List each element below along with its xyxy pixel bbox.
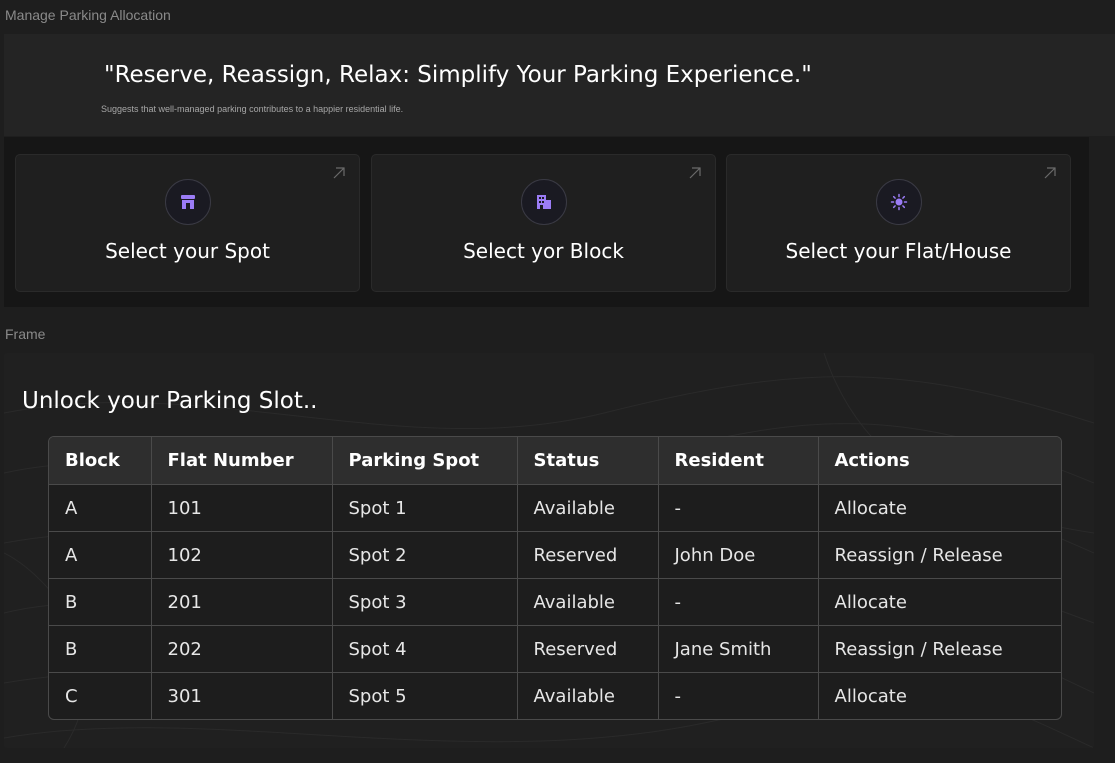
cell-resident: Jane Smith (658, 625, 819, 673)
cell-block: A (49, 484, 152, 532)
table-header-row: Block Flat Number Parking Spot Status Re… (49, 437, 1061, 485)
parking-slot-frame: Unlock your Parking Slot.. Block Flat Nu… (4, 353, 1094, 748)
cell-block: A (49, 531, 152, 579)
cell-flat-number: 102 (151, 531, 333, 579)
column-header-block: Block (49, 437, 152, 485)
cell-status: Reserved (517, 531, 659, 579)
cell-resident: - (658, 672, 819, 719)
cell-status: Available (517, 484, 659, 532)
cell-status: Available (517, 672, 659, 719)
column-header-actions: Actions (818, 437, 1061, 485)
cell-status: Available (517, 578, 659, 626)
cell-action-allocate[interactable]: Allocate (818, 673, 1061, 720)
cell-flat-number: 301 (151, 672, 333, 719)
cell-parking-spot: Spot 4 (332, 625, 518, 673)
cell-flat-number: 202 (151, 625, 333, 673)
column-header-status: Status (517, 437, 659, 485)
select-spot-card[interactable]: Select your Spot (15, 154, 360, 292)
cell-block: B (49, 578, 152, 626)
column-header-resident: Resident (658, 437, 819, 485)
cell-parking-spot: Spot 3 (332, 578, 518, 626)
select-flat-card[interactable]: Select your Flat/House (726, 154, 1071, 292)
column-header-parking-spot: Parking Spot (332, 437, 518, 485)
hero-banner: "Reserve, Reassign, Relax: Simplify Your… (4, 34, 1115, 136)
table-row: B 201 Spot 3 Available - Allocate (49, 578, 1061, 626)
cell-resident: - (658, 578, 819, 626)
arrow-up-right-icon (333, 167, 345, 179)
card-label: Select yor Block (463, 239, 624, 263)
cell-status: Reserved (517, 625, 659, 673)
arrow-up-right-icon (689, 167, 701, 179)
select-block-card[interactable]: Select yor Block (371, 154, 716, 292)
cell-resident: - (658, 484, 819, 532)
building-icon (520, 179, 567, 225)
section-title: Unlock your Parking Slot.. (22, 388, 318, 414)
table-row: B 202 Spot 4 Reserved Jane Smith Reassig… (49, 625, 1061, 673)
cell-parking-spot: Spot 2 (332, 531, 518, 579)
cell-action-allocate[interactable]: Allocate (818, 484, 1061, 532)
hero-subtitle: Suggests that well-managed parking contr… (101, 104, 404, 114)
cell-action-reassign-release[interactable]: Reassign / Release (818, 531, 1061, 579)
frame-label-manage-parking: Manage Parking Allocation (5, 7, 171, 23)
sun-icon (875, 179, 922, 225)
cell-parking-spot: Spot 5 (332, 672, 518, 719)
cell-action-allocate[interactable]: Allocate (818, 578, 1061, 626)
table-row: A 101 Spot 1 Available - Allocate (49, 484, 1061, 532)
cell-flat-number: 201 (151, 578, 333, 626)
frame-label: Frame (5, 326, 46, 342)
column-header-flat-number: Flat Number (151, 437, 333, 485)
cell-resident: John Doe (658, 531, 819, 579)
cell-flat-number: 101 (151, 484, 333, 532)
card-label: Select your Flat/House (785, 239, 1012, 263)
parking-table: Block Flat Number Parking Spot Status Re… (48, 436, 1062, 720)
arrow-up-right-icon (1044, 167, 1056, 179)
cell-block: B (49, 625, 152, 673)
cell-action-reassign-release[interactable]: Reassign / Release (818, 625, 1061, 673)
table-row: A 102 Spot 2 Reserved John Doe Reassign … (49, 531, 1061, 579)
cell-parking-spot: Spot 1 (332, 484, 518, 532)
table-row: C 301 Spot 5 Available - Allocate (49, 672, 1061, 720)
hero-title: "Reserve, Reassign, Relax: Simplify Your… (104, 62, 812, 88)
selection-cards-panel: Select your Spot Select yor Block Select… (4, 137, 1089, 307)
card-label: Select your Spot (105, 239, 270, 263)
cell-block: C (49, 672, 152, 719)
store-icon (164, 179, 211, 225)
